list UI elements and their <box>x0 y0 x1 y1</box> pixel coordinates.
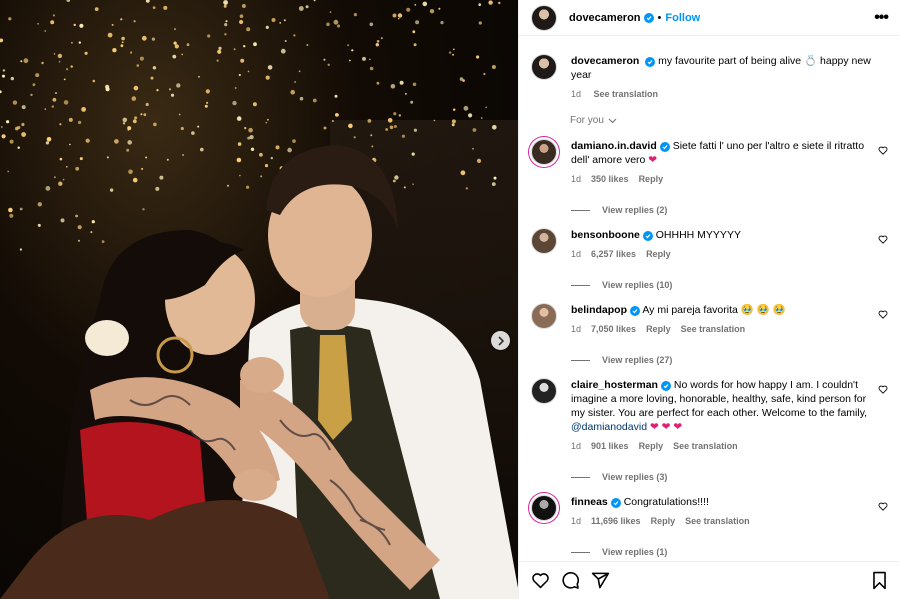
bookmark-icon[interactable] <box>871 571 888 590</box>
post-sidebar: dovecameron • Follow ••• dovecameron my … <box>518 0 900 599</box>
comment: finneas Congratulations!!!! 1d 11,696 like… <box>531 495 888 526</box>
view-replies-button[interactable]: View replies (2) <box>571 205 888 215</box>
comment-time: 1d <box>571 249 582 259</box>
like-comment-heart-icon[interactable] <box>878 502 888 511</box>
post-caption: dovecameron my favourite part of being a… <box>531 37 888 99</box>
comment-block: damiano.in.david Siete fatti l' uno per … <box>531 139 888 215</box>
comment-time: 1d <box>571 174 582 184</box>
post-action-bar <box>519 561 900 599</box>
like-comment-heart-icon[interactable] <box>878 146 888 155</box>
heart-icon[interactable] <box>531 572 550 589</box>
comment-text-line: damiano.in.david Siete fatti l' uno per … <box>571 139 870 167</box>
commenter-username[interactable]: claire_hosterman <box>571 379 658 391</box>
author-username[interactable]: dovecameron <box>569 12 641 24</box>
comment-block: bensonboone OHHHH MYYYYY 1d 6,257 likes Rep… <box>531 228 888 290</box>
see-translation-link[interactable]: See translation <box>594 89 659 99</box>
reply-button[interactable]: Reply <box>651 516 676 526</box>
comment-time: 1d <box>571 441 582 451</box>
author-avatar[interactable] <box>531 4 557 31</box>
comment-text-line: claire_hosterman No words for how happy … <box>571 378 870 434</box>
comment-text-line: belindapop Ay mi pareja favorita 🥹 🥹 🥹 <box>571 303 870 317</box>
comment-meta: 1d 11,696 likes Reply See translation <box>571 516 870 526</box>
commenter-avatar[interactable] <box>531 378 557 404</box>
comment-filter-dropdown[interactable]: For you <box>570 115 888 126</box>
chevron-right-icon <box>497 335 504 346</box>
comment-likes[interactable]: 6,257 likes <box>591 249 636 259</box>
commenter-username[interactable]: damiano.in.david <box>571 140 657 152</box>
comment-time: 1d <box>571 324 582 334</box>
follow-button[interactable]: Follow <box>665 12 700 24</box>
comment-text: Ay mi pareja favorita <box>642 304 738 316</box>
comment-filter-label: For you <box>570 115 604 126</box>
comment-meta: 1d 6,257 likes Reply <box>571 249 870 259</box>
verified-badge-icon <box>610 498 621 508</box>
comment-emoji: ❤ <box>648 154 658 166</box>
comment: bensonboone OHHHH MYYYYY 1d 6,257 likes Rep… <box>531 228 888 259</box>
commenter-avatar[interactable] <box>531 139 557 165</box>
chevron-down-icon <box>608 118 617 123</box>
comment-likes[interactable]: 7,050 likes <box>591 324 636 334</box>
comment-block: claire_hosterman No words for how happy … <box>531 378 888 482</box>
view-replies-button[interactable]: View replies (3) <box>571 472 888 482</box>
comment-text-line: bensonboone OHHHH MYYYYY <box>571 228 870 242</box>
commenter-avatar[interactable] <box>531 303 557 329</box>
comment-meta: 1d 901 likes Reply See translation <box>571 441 870 451</box>
reply-button[interactable]: Reply <box>639 441 664 451</box>
comment: belindapop Ay mi pareja favorita 🥹 🥹 🥹 1d… <box>531 303 888 334</box>
comment-icon[interactable] <box>561 571 580 590</box>
comment-text-line: finneas Congratulations!!!! <box>571 495 870 509</box>
next-photo-button[interactable] <box>491 331 510 350</box>
verified-badge-icon <box>659 142 670 152</box>
comment-block: finneas Congratulations!!!! 1d 11,696 like… <box>531 495 888 557</box>
comment: claire_hosterman No words for how happy … <box>531 378 888 451</box>
like-comment-heart-icon[interactable] <box>878 310 888 319</box>
commenter-username[interactable]: finneas <box>571 496 608 508</box>
see-translation-link[interactable]: See translation <box>673 441 738 451</box>
view-replies-button[interactable]: View replies (27) <box>571 355 888 365</box>
comment-block: belindapop Ay mi pareja favorita 🥹 🥹 🥹 1d… <box>531 303 888 365</box>
comment-likes[interactable]: 901 likes <box>591 441 629 451</box>
more-options-icon[interactable]: ••• <box>874 9 889 27</box>
comment: damiano.in.david Siete fatti l' uno per … <box>531 139 888 184</box>
commenter-avatar[interactable] <box>531 228 557 254</box>
commenter-username[interactable]: belindapop <box>571 304 627 316</box>
comment-text: OHHHH MYYYYY <box>655 229 741 241</box>
see-translation-link[interactable]: See translation <box>681 324 746 334</box>
photo-couple <box>0 145 518 599</box>
mention-link[interactable]: @damianodavid <box>571 421 647 433</box>
comment-likes[interactable]: 11,696 likes <box>591 516 641 526</box>
comments-scroll-area[interactable]: dovecameron my favourite part of being a… <box>519 37 900 561</box>
like-comment-heart-icon[interactable] <box>878 385 888 394</box>
comment-emoji: ❤ ❤ ❤ <box>649 421 683 433</box>
commenter-avatar[interactable] <box>531 495 557 521</box>
verified-badge-icon <box>630 306 640 316</box>
comment-time: 1d <box>571 516 582 526</box>
caption-time: 1d <box>571 89 582 99</box>
header-separator: • <box>657 11 662 24</box>
view-replies-button[interactable]: View replies (1) <box>571 547 888 557</box>
reply-button[interactable]: Reply <box>646 324 671 334</box>
reply-button[interactable]: Reply <box>639 174 664 184</box>
comment-text: Congratulations!!!! <box>623 496 709 508</box>
caption-username[interactable]: dovecameron <box>571 55 639 67</box>
post-header: dovecameron • Follow ••• <box>519 0 900 36</box>
see-translation-link[interactable]: See translation <box>685 516 750 526</box>
commenter-username[interactable]: bensonboone <box>571 229 640 241</box>
comment-list: damiano.in.david Siete fatti l' uno per … <box>531 139 888 557</box>
verified-badge-icon <box>642 231 653 241</box>
reply-button[interactable]: Reply <box>646 249 671 259</box>
verified-badge-icon <box>660 381 671 391</box>
comment-meta: 1d 350 likes Reply <box>571 174 870 184</box>
verified-badge-icon <box>643 12 654 23</box>
share-icon[interactable] <box>591 571 610 590</box>
comment-meta: 1d 7,050 likes Reply See translation <box>571 324 870 334</box>
view-replies-button[interactable]: View replies (10) <box>571 280 888 290</box>
like-comment-heart-icon[interactable] <box>878 235 888 244</box>
verified-badge-icon <box>645 57 656 67</box>
comment-emoji: 🥹 🥹 🥹 <box>740 304 786 316</box>
comment-likes[interactable]: 350 likes <box>591 174 629 184</box>
caption-avatar[interactable] <box>531 54 557 80</box>
post-photo[interactable] <box>0 0 518 599</box>
